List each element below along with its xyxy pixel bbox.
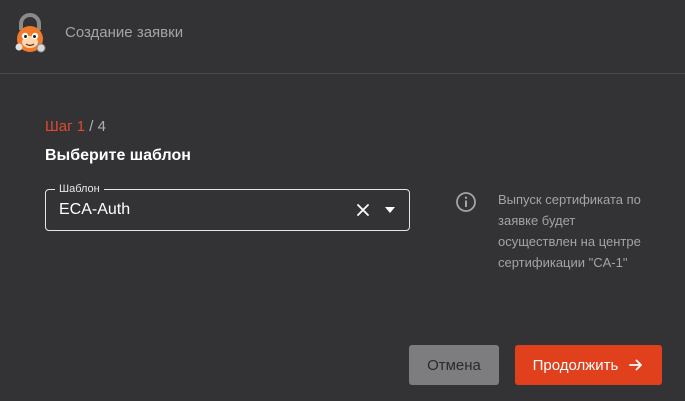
cancel-button[interactable]: Отмена <box>409 345 499 385</box>
step-separator: / <box>85 118 98 135</box>
info-text: Выпуск сертификата по заявке будет осуще… <box>498 192 641 270</box>
step-indicator: Шаг 1 / 4 <box>45 118 106 135</box>
step-total: 4 <box>97 118 106 135</box>
cancel-button-label: Отмена <box>427 356 481 374</box>
step-current: Шаг 1 <box>45 118 86 135</box>
close-icon[interactable] <box>355 202 371 218</box>
arrow-right-icon <box>629 359 643 371</box>
dialog-header: Создание заявки <box>0 0 685 74</box>
section-title: Выберите шаблон <box>45 147 191 164</box>
dialog-title: Создание заявки <box>65 24 184 41</box>
template-select-label: Шаблон <box>55 182 104 196</box>
create-request-dialog: Создание заявки Шаг 1 / 4 Выберите шабло… <box>0 0 685 401</box>
template-select-value[interactable]: ECA-Auth <box>59 201 130 219</box>
lock-mascot-icon <box>15 13 46 53</box>
info-icon <box>456 192 476 212</box>
caret-down-icon[interactable] <box>384 205 396 215</box>
continue-button[interactable]: Продолжить <box>515 345 662 385</box>
template-select[interactable]: Шаблон ECA-Auth <box>45 182 410 231</box>
continue-button-label: Продолжить <box>532 356 619 374</box>
